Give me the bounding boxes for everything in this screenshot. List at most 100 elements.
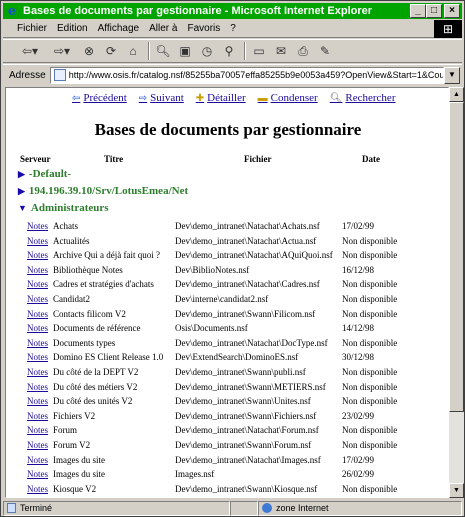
previous-link[interactable]: ⇦ Précédent — [72, 92, 127, 104]
notes-link[interactable]: Notes — [27, 236, 48, 246]
row-title: Fichiers V2 — [53, 410, 96, 421]
row-date: Non disponible — [342, 366, 398, 377]
collapse-triangle-icon: ▼ — [18, 203, 27, 213]
row-file: Dev\demo_intranet\Swann\Unites.nsf — [175, 396, 311, 407]
history-icon[interactable]: ◷ — [197, 41, 217, 61]
row-date: Non disponible — [342, 381, 398, 392]
title-bar: e Bases de documents par gestionnaire - … — [3, 3, 462, 19]
ie-logo-icon: e — [7, 3, 17, 19]
row-title: Bibliothèque Notes — [53, 264, 123, 275]
close-button[interactable]: × — [444, 4, 460, 18]
notes-link[interactable]: Notes — [27, 455, 48, 465]
toolbar-separator — [148, 42, 150, 60]
minimize-button[interactable]: _ — [410, 4, 426, 18]
row-file: Dev\demo_intranet\Natachat\Images.nsf — [175, 454, 321, 465]
row-title: Domino ES Client Release 1.0 — [53, 352, 164, 363]
page-content: ⇦ Précédent ⇨ Suivant ✚ Détailler ▬ Condense… — [5, 87, 449, 498]
scroll-up-button[interactable]: ▲ — [449, 87, 464, 102]
row-file: Images.nsf — [175, 469, 215, 480]
expand-triangle-icon: ▶ — [18, 185, 25, 196]
row-title: Kiosque V2 — [53, 483, 97, 494]
table-row: NotesLaVeilleintranet\laveille\LaVeille.… — [27, 496, 447, 497]
notes-link[interactable]: Notes — [27, 250, 48, 260]
maximize-button[interactable]: □ — [426, 4, 442, 18]
fullscreen-icon[interactable]: ▭ — [249, 41, 269, 61]
notes-link[interactable]: Notes — [27, 469, 48, 479]
category-default[interactable]: ▶ -Default- — [18, 168, 71, 180]
column-title: Titre — [104, 154, 124, 164]
row-file: Dev\demo_intranet\Swann\Fichiers.nsf — [175, 410, 317, 421]
row-date: Non disponible — [342, 250, 398, 261]
expand-triangle-icon: ▶ — [18, 168, 25, 179]
table-row: Notes Achats Dev\demo_intranet\Natachat\Ac… — [27, 219, 447, 234]
row-date: Non disponible — [342, 425, 398, 436]
home-icon[interactable]: ⌂ — [123, 41, 143, 61]
category-label: Administrateurs — [30, 202, 109, 214]
notes-link[interactable]: Notes — [27, 367, 48, 377]
address-dropdown-button[interactable]: ▼ — [444, 66, 460, 84]
category-administrateurs[interactable]: ▼ Administrateurs — [18, 202, 109, 214]
expand-link[interactable]: ✚ Détailler — [196, 92, 246, 104]
row-file: Dev\BiblioNotes.nsf — [175, 264, 250, 275]
column-server: Serveur — [20, 154, 51, 164]
notes-link[interactable]: Notes — [27, 309, 48, 319]
status-main: Terminé — [3, 500, 230, 516]
row-title: Contacts filicom V2 — [53, 308, 126, 319]
forward-icon[interactable]: ⇨▾ — [47, 41, 77, 61]
notes-link[interactable]: Notes — [27, 279, 48, 289]
notes-link[interactable]: Notes — [27, 323, 48, 333]
scroll-thumb[interactable] — [449, 102, 464, 412]
category-server[interactable]: ▶ 194.196.39.10/Srv/LotusEmea/Net — [18, 185, 188, 197]
magnifier-icon: 🔍︎ — [329, 92, 343, 104]
column-date: Date — [362, 154, 380, 164]
row-file: Dev\demo_intranet\Swann\Filicom.nsf — [175, 308, 316, 319]
table-row: Notes Du côté des unités V2 Dev\demo_intra… — [27, 394, 447, 409]
category-label: 194.196.39.10/Srv/LotusEmea/Net — [28, 185, 189, 197]
status-cell — [230, 500, 258, 516]
notes-link[interactable]: Notes — [27, 411, 48, 421]
row-file: Dev\demo_intranet\Swann\publi.nsf — [175, 366, 306, 377]
favorites-icon[interactable]: ▣ — [175, 41, 195, 61]
table-row: Notes Cadres et stratégies d'achats Dev\de… — [27, 277, 447, 292]
next-link[interactable]: ⇨ Suivant — [139, 92, 184, 104]
collapse-link[interactable]: ▬ Condenser — [258, 92, 318, 104]
menu-favoris[interactable]: Favoris — [182, 23, 225, 34]
search-icon[interactable]: 🔍︎ — [153, 41, 173, 61]
edit-icon[interactable]: ✎ — [315, 41, 335, 61]
stop-icon[interactable]: ⊗ — [79, 41, 99, 61]
print-icon[interactable]: ⎙ — [293, 41, 313, 61]
scroll-down-button[interactable]: ▼ — [449, 483, 464, 498]
notes-link[interactable]: Notes — [27, 265, 48, 275]
document-list: Notes Achats Dev\demo_intranet\Natachat\Ac… — [27, 219, 447, 497]
back-icon[interactable]: ⇦▾ — [15, 41, 45, 61]
notes-link[interactable]: Notes — [27, 221, 48, 231]
row-title: Documents de référence — [53, 323, 141, 334]
notes-link[interactable]: Notes — [27, 338, 48, 348]
refresh-icon[interactable]: ⟳ — [101, 41, 121, 61]
row-date: 17/02/99 — [342, 454, 375, 465]
search-label: Rechercher — [345, 92, 396, 104]
row-date: Non disponible — [342, 396, 398, 407]
channels-icon[interactable]: ⚲ — [219, 41, 239, 61]
notes-link[interactable]: Notes — [27, 425, 48, 435]
table-row: Notes Domino ES Client Release 1.0 Dev\Ext… — [27, 350, 447, 365]
row-title: Forum V2 — [53, 439, 91, 450]
search-link[interactable]: 🔍︎ Rechercher — [330, 92, 396, 104]
notes-link[interactable]: Notes — [27, 294, 48, 304]
row-file: Osis\Documents.nsf — [175, 323, 248, 334]
row-title: Images du site — [53, 454, 105, 465]
menu-fichier[interactable]: Fichier — [3, 23, 52, 34]
notes-link[interactable]: Notes — [27, 396, 48, 406]
address-input[interactable]: http://www.osis.fr/catalog.nsf/85255ba70… — [49, 66, 444, 84]
vertical-scrollbar[interactable]: ▲ ▼ — [449, 87, 464, 498]
mail-icon[interactable]: ✉ — [271, 41, 291, 61]
menu-help[interactable]: ? — [225, 23, 241, 34]
notes-link[interactable]: Notes — [27, 352, 48, 362]
row-title: Images du site — [53, 469, 105, 480]
menu-edition[interactable]: Edition — [52, 23, 93, 34]
notes-link[interactable]: Notes — [27, 382, 48, 392]
menu-aller[interactable]: Aller à — [144, 23, 182, 34]
menu-affichage[interactable]: Affichage — [93, 23, 145, 34]
notes-link[interactable]: Notes — [27, 484, 48, 494]
notes-link[interactable]: Notes — [27, 440, 48, 450]
